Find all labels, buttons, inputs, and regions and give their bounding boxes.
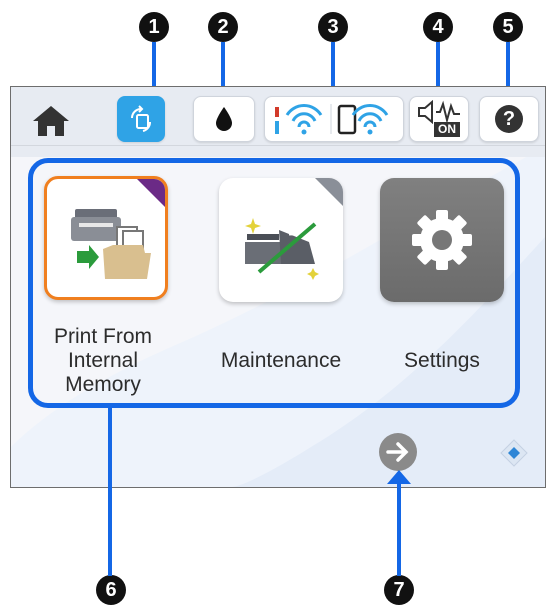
home-icon[interactable] (29, 103, 73, 139)
leader-line-6 (108, 408, 112, 576)
wireless-connect-button[interactable] (117, 96, 165, 142)
leader-arrow-7 (387, 470, 411, 484)
callout-7: 7 (384, 575, 414, 605)
callout-3: 3 (318, 12, 348, 42)
page-indicator (498, 437, 530, 469)
quiet-mode-on-badge: ON (434, 122, 460, 137)
callout-2: 2 (208, 12, 238, 42)
network-status-button[interactable] (264, 96, 404, 142)
help-icon: ? (495, 105, 523, 133)
status-bar-divider (11, 145, 545, 146)
callout-5: 5 (493, 12, 523, 42)
callout-4: 4 (423, 12, 453, 42)
device-rotate-icon (131, 105, 152, 132)
wifi-signal-icon (275, 104, 389, 135)
ink-status-button[interactable] (193, 96, 255, 142)
menu-group-outline (28, 158, 520, 408)
callout-1: 1 (139, 12, 169, 42)
callout-6: 6 (96, 575, 126, 605)
speaker-wave-icon: ON (416, 99, 462, 138)
leader-line-7 (397, 478, 401, 576)
status-bar: ON ? (11, 87, 545, 157)
diamond-icon (500, 439, 528, 467)
arrow-right-icon (379, 433, 417, 471)
next-page-button[interactable] (378, 432, 418, 472)
ink-drop-icon (216, 107, 232, 131)
help-button[interactable]: ? (479, 96, 539, 142)
quiet-mode-button[interactable]: ON (409, 96, 469, 142)
